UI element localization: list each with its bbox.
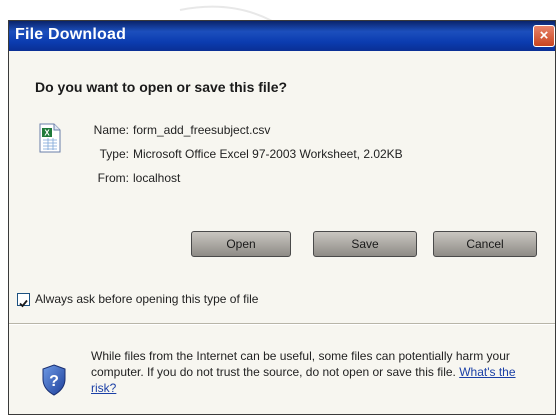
from-label: From: [97, 171, 129, 185]
file-name-value: form_add_freesubject.csv [133, 123, 271, 137]
open-button[interactable]: Open [191, 231, 291, 257]
file-download-dialog: File Download × Do you want to open or s… [8, 20, 556, 415]
save-button[interactable]: Save [313, 231, 417, 257]
security-warning: While files from the Internet can be use… [91, 348, 531, 396]
checkmark-icon [19, 299, 28, 308]
file-type-value: Microsoft Office Excel 97-2003 Worksheet… [133, 147, 403, 161]
close-button[interactable]: × [533, 25, 555, 47]
security-warning-text: While files from the Internet can be use… [91, 349, 510, 379]
title-bar[interactable]: File Download × [9, 21, 555, 51]
dialog-content: Do you want to open or save this file? X… [9, 51, 555, 414]
dialog-question: Do you want to open or save this file? [35, 79, 288, 95]
svg-text:X: X [44, 129, 50, 138]
file-source-value: localhost [133, 171, 181, 185]
window-title: File Download [15, 26, 127, 43]
security-shield-question-icon: ? [42, 364, 66, 396]
section-divider [9, 323, 555, 325]
svg-text:?: ? [49, 373, 59, 390]
cancel-button[interactable]: Cancel [433, 231, 537, 257]
type-label: Type: [99, 147, 129, 161]
always-ask-checkbox[interactable] [17, 293, 30, 308]
name-label: Name: [93, 123, 129, 137]
always-ask-label: Always ask before opening this type of f… [35, 292, 259, 306]
excel-file-icon: X [39, 123, 61, 153]
